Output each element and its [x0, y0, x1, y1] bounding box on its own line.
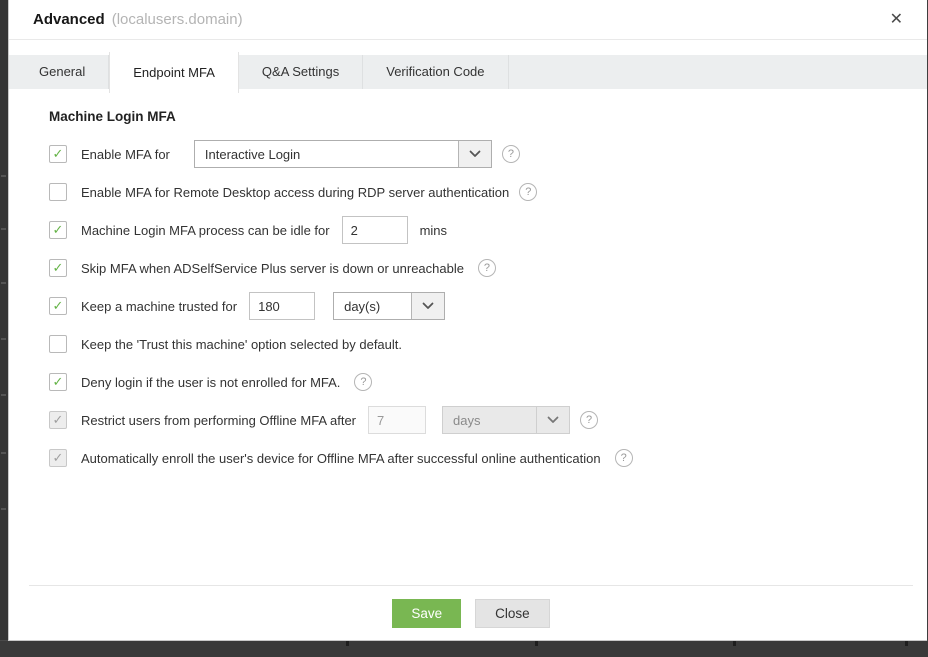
restrict-offline-checkbox: ✓: [49, 411, 67, 429]
row-restrict-offline-mfa: ✓ Restrict users from performing Offline…: [49, 406, 927, 434]
help-icon[interactable]: ?: [354, 373, 372, 391]
dimmed-page-bottom-strip: [0, 640, 928, 657]
dimmed-page-artifact: [733, 641, 736, 646]
dialog-subtitle-domain: (localusers.domain): [112, 11, 243, 28]
auto-enroll-checkbox: ✓: [49, 449, 67, 467]
idle-minutes-unit-label: mins: [420, 223, 447, 238]
tab-bar: General Endpoint MFA Q&A Settings Verifi…: [9, 55, 927, 89]
dimmed-page-artifact: [1, 394, 6, 396]
dimmed-page-artifact: [1, 228, 6, 230]
trusted-duration-label: Keep a machine trusted for: [81, 299, 237, 314]
skip-mfa-checkbox[interactable]: ✓: [49, 259, 67, 277]
dimmed-page-artifact: [1, 452, 6, 454]
endpoint-mfa-panel: Machine Login MFA ✓ Enable MFA for Inter…: [9, 89, 927, 472]
enable-mfa-label: Enable MFA for: [81, 147, 170, 162]
section-title: Machine Login MFA: [49, 109, 927, 124]
dimmed-page-artifact: [346, 641, 349, 646]
dimmed-page-artifact: [905, 641, 908, 646]
row-rdp-mfa: Enable MFA for Remote Desktop access dur…: [49, 178, 927, 206]
trusted-unit-selected-value: day(s): [334, 293, 411, 319]
save-button[interactable]: Save: [392, 599, 461, 628]
offline-unit-selected-value: days: [443, 407, 536, 433]
trust-default-label: Keep the 'Trust this machine' option sel…: [81, 337, 402, 352]
dialog-header: Advanced (localusers.domain) ✕: [9, 0, 927, 40]
checkmark-icon: ✓: [53, 147, 64, 160]
mfa-type-selected-value: Interactive Login: [195, 141, 458, 167]
dimmed-page-left-strip: [0, 0, 8, 657]
idle-time-checkbox[interactable]: ✓: [49, 221, 67, 239]
dimmed-page-artifact: [1, 508, 6, 510]
help-icon[interactable]: ?: [519, 183, 537, 201]
chevron-down-icon: [458, 141, 491, 167]
checkmark-icon: ✓: [53, 299, 64, 312]
mfa-type-select[interactable]: Interactive Login: [194, 140, 492, 168]
dimmed-page-artifact: [1, 282, 6, 284]
row-trusted-duration: ✓ Keep a machine trusted for day(s): [49, 292, 927, 320]
dialog-footer: Save Close: [29, 585, 913, 640]
tab-general[interactable]: General: [16, 55, 109, 89]
row-skip-mfa: ✓ Skip MFA when ADSelfService Plus serve…: [49, 254, 927, 282]
row-trust-default: Keep the 'Trust this machine' option sel…: [49, 330, 927, 358]
offline-days-input: [368, 406, 426, 434]
chevron-down-icon: [536, 407, 569, 433]
deny-login-label: Deny login if the user is not enrolled f…: [81, 375, 340, 390]
dimmed-page-artifact: [535, 641, 538, 646]
rdp-mfa-label: Enable MFA for Remote Desktop access dur…: [81, 185, 509, 200]
checkmark-icon: ✓: [53, 375, 64, 388]
trusted-duration-checkbox[interactable]: ✓: [49, 297, 67, 315]
checkmark-icon: ✓: [53, 451, 64, 464]
row-deny-login: ✓ Deny login if the user is not enrolled…: [49, 368, 927, 396]
idle-minutes-input[interactable]: [342, 216, 408, 244]
row-auto-enroll-offline: ✓ Automatically enroll the user's device…: [49, 444, 927, 472]
checkmark-icon: ✓: [53, 261, 64, 274]
close-icon[interactable]: ✕: [886, 10, 907, 30]
offline-unit-select: days: [442, 406, 570, 434]
deny-login-checkbox[interactable]: ✓: [49, 373, 67, 391]
auto-enroll-label: Automatically enroll the user's device f…: [81, 451, 601, 466]
dialog-title: Advanced: [33, 11, 105, 28]
restrict-offline-label: Restrict users from performing Offline M…: [81, 413, 356, 428]
checkmark-icon: ✓: [53, 223, 64, 236]
idle-time-label: Machine Login MFA process can be idle fo…: [81, 223, 330, 238]
rdp-mfa-checkbox[interactable]: [49, 183, 67, 201]
close-button[interactable]: Close: [475, 599, 550, 628]
help-icon[interactable]: ?: [580, 411, 598, 429]
dimmed-page-artifact: [1, 338, 6, 340]
tab-verification-code[interactable]: Verification Code: [363, 55, 508, 89]
help-icon[interactable]: ?: [502, 145, 520, 163]
help-icon[interactable]: ?: [615, 449, 633, 467]
tab-qa-settings[interactable]: Q&A Settings: [239, 55, 363, 89]
help-icon[interactable]: ?: [478, 259, 496, 277]
advanced-settings-dialog: Advanced (localusers.domain) ✕ General E…: [8, 0, 927, 641]
checkmark-icon: ✓: [53, 413, 64, 426]
enable-mfa-checkbox[interactable]: ✓: [49, 145, 67, 163]
dimmed-page-artifact: [1, 175, 6, 177]
trusted-days-input[interactable]: [249, 292, 315, 320]
trusted-unit-select[interactable]: day(s): [333, 292, 445, 320]
tab-endpoint-mfa[interactable]: Endpoint MFA: [109, 52, 239, 93]
chevron-down-icon: [411, 293, 444, 319]
skip-mfa-label: Skip MFA when ADSelfService Plus server …: [81, 261, 464, 276]
trust-default-checkbox[interactable]: [49, 335, 67, 353]
row-idle-time: ✓ Machine Login MFA process can be idle …: [49, 216, 927, 244]
row-enable-mfa-for: ✓ Enable MFA for Interactive Login ?: [49, 140, 927, 168]
